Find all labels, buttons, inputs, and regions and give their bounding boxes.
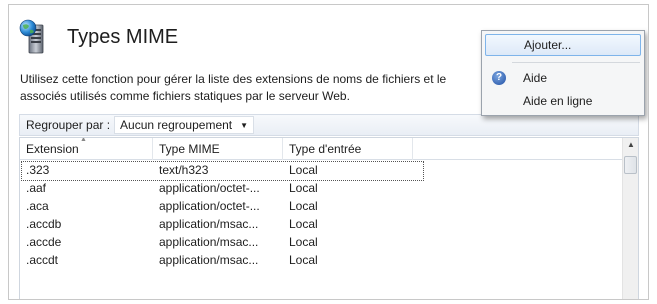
cell-mime-type: text/h323 bbox=[159, 163, 209, 177]
menu-item-label: Aide bbox=[523, 71, 548, 85]
cell-mime-type: application/msac... bbox=[159, 253, 259, 267]
table-row[interactable]: .accde application/msac... Local bbox=[20, 233, 624, 251]
menu-item-online-help[interactable]: Aide en ligne bbox=[485, 90, 641, 112]
table-row[interactable]: .323 text/h323 Local bbox=[20, 161, 624, 181]
grid-header: ▲ Extension Type MIME Type d'entrée bbox=[20, 138, 624, 160]
cell-extension: .323 bbox=[26, 163, 50, 177]
cell-entry-type: Local bbox=[289, 163, 318, 177]
table-row[interactable]: .aaf application/octet-... Local bbox=[20, 179, 624, 197]
cell-entry-type: Local bbox=[289, 181, 318, 195]
page-title: Types MIME bbox=[67, 25, 179, 48]
table-row[interactable]: .accdt application/msac... Local bbox=[20, 251, 624, 269]
column-header-mime-type[interactable]: Type MIME bbox=[153, 138, 283, 160]
server-globe-icon bbox=[19, 19, 47, 55]
column-header-label: Extension bbox=[26, 142, 79, 156]
help-icon: ? bbox=[492, 71, 506, 85]
grid-rows: .323 text/h323 Local .aaf application/oc… bbox=[20, 161, 624, 269]
column-header-entry-type[interactable]: Type d'entrée bbox=[283, 138, 413, 160]
description-line-1: Utilisez cette fonction pour gérer la li… bbox=[20, 72, 447, 86]
menu-item-add[interactable]: Ajouter... bbox=[485, 34, 641, 56]
page-description: Utilisez cette fonction pour gérer la li… bbox=[20, 71, 480, 105]
cell-mime-type: application/msac... bbox=[159, 235, 259, 249]
context-menu: Ajouter... ? Aide Aide en ligne bbox=[481, 30, 645, 116]
header: Types MIME bbox=[19, 19, 178, 55]
group-by-dropdown[interactable]: Aucun regroupement ▼ bbox=[114, 116, 255, 134]
mime-types-panel: Types MIME Utilisez cette fonction pour … bbox=[8, 4, 649, 300]
menu-item-help[interactable]: ? Aide bbox=[485, 67, 641, 89]
group-by-toolbar: Regrouper par : Aucun regroupement ▼ bbox=[19, 114, 639, 136]
group-by-label: Regrouper par : bbox=[26, 118, 111, 132]
dropdown-caret-icon: ▼ bbox=[240, 120, 249, 130]
column-header-extension[interactable]: ▲ Extension bbox=[20, 138, 153, 160]
column-header-label: Type MIME bbox=[159, 142, 220, 156]
column-header-label: Type d'entrée bbox=[289, 142, 362, 156]
cell-mime-type: application/msac... bbox=[159, 217, 259, 231]
cell-extension: .aca bbox=[26, 199, 49, 213]
group-by-value: Aucun regroupement bbox=[120, 118, 233, 132]
cell-mime-type: application/octet-... bbox=[159, 199, 260, 213]
cell-extension: .accde bbox=[26, 235, 62, 249]
cell-entry-type: Local bbox=[289, 235, 318, 249]
cell-entry-type: Local bbox=[289, 253, 318, 267]
cell-extension: .accdt bbox=[26, 253, 59, 267]
sort-ascending-icon: ▲ bbox=[80, 137, 87, 143]
description-line-2: associés utilisés comme fichiers statiqu… bbox=[20, 89, 350, 103]
cell-extension: .accdb bbox=[26, 217, 62, 231]
cell-mime-type: application/octet-... bbox=[159, 181, 260, 195]
cell-entry-type: Local bbox=[289, 199, 318, 213]
scrollbar-thumb[interactable] bbox=[624, 156, 637, 174]
scroll-up-arrow-icon[interactable]: ▲ bbox=[627, 140, 635, 149]
table-row[interactable]: .aca application/octet-... Local bbox=[20, 197, 624, 215]
mime-types-grid: ▲ Extension Type MIME Type d'entrée .323… bbox=[19, 137, 639, 299]
column-header-filler bbox=[413, 138, 624, 160]
cell-entry-type: Local bbox=[289, 217, 318, 231]
menu-separator bbox=[512, 62, 640, 63]
vertical-scrollbar[interactable]: ▲ bbox=[622, 138, 638, 299]
cell-extension: .aaf bbox=[26, 181, 47, 195]
table-row[interactable]: .accdb application/msac... Local bbox=[20, 215, 624, 233]
